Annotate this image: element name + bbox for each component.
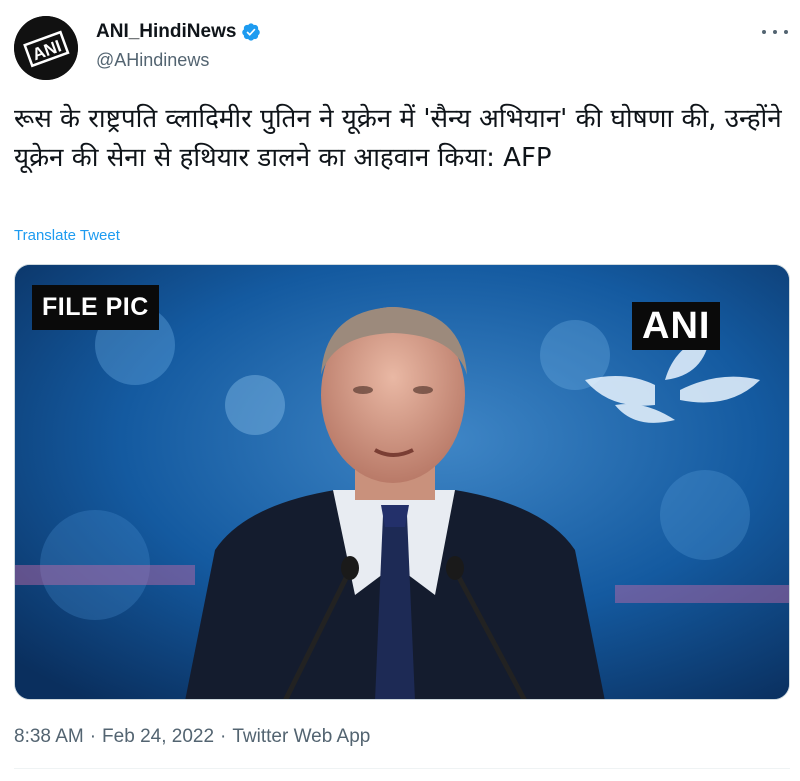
verified-badge-icon — [241, 22, 261, 42]
avatar[interactable]: ANI — [14, 16, 78, 80]
tweet-time[interactable]: 8:38 AM — [14, 726, 84, 748]
tweet-source-app[interactable]: Twitter Web App — [232, 726, 370, 748]
author-handle[interactable]: @AHindinews — [96, 50, 209, 71]
more-options-icon[interactable] — [762, 22, 788, 42]
tweet-card: ANI ANI_HindiNews @AHindinews रूस के राष… — [0, 0, 800, 781]
ani-watermark-logo: ANI — [632, 302, 721, 350]
file-pic-label: FILE PIC — [32, 285, 159, 330]
meta-separator: · — [220, 726, 227, 747]
tweet-text: रूस के राष्ट्रपति व्लादिमीर पुतिन ने यूक… — [14, 104, 782, 173]
ani-logo-avatar: ANI — [14, 16, 78, 80]
tweet-media-photo[interactable]: FILE PIC ANI — [14, 264, 790, 700]
author-display-name[interactable]: ANI_HindiNews — [96, 21, 236, 43]
translate-tweet-link[interactable]: Translate Tweet — [14, 227, 120, 244]
tweet-date[interactable]: Feb 24, 2022 — [102, 726, 214, 748]
meta-separator: · — [89, 726, 97, 747]
author-name-row: ANI_HindiNews — [96, 21, 261, 43]
divider — [14, 768, 790, 769]
tweet-metadata: 8:38 AM · Feb 24, 2022 · Twitter Web App — [14, 726, 370, 748]
